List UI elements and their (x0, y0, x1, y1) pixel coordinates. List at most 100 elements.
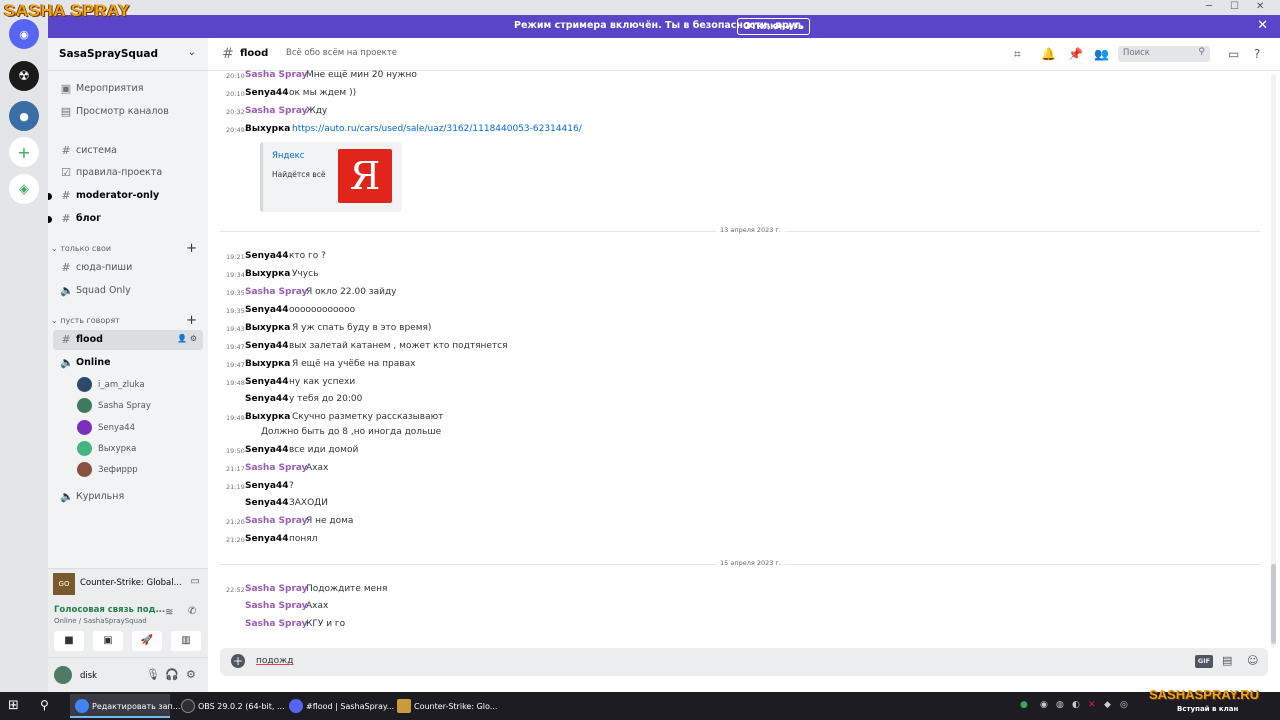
message-author[interactable]: Senya44 (245, 377, 288, 387)
message-author[interactable]: Выхурка (245, 412, 290, 422)
create-channel-icon[interactable]: + (186, 313, 197, 328)
camera-button[interactable]: ■ (54, 631, 84, 651)
message-author[interactable]: Выхурка (245, 359, 290, 369)
taskbar-item-chrome[interactable]: Редактировать зап... (70, 694, 180, 718)
members-icon[interactable]: 👥 (1094, 47, 1109, 61)
tray-app-icon[interactable]: ◉ (1040, 700, 1048, 710)
server-icon-sashaspray[interactable]: ● (9, 101, 39, 131)
emoji-icon[interactable]: ☺ (1247, 654, 1258, 667)
channel-sistema[interactable]: # система (53, 141, 203, 161)
message-author[interactable]: Sasha Spray (245, 287, 308, 297)
noise-suppression-icon[interactable]: ≋ (165, 607, 173, 618)
message-author[interactable]: Sasha Spray (245, 619, 308, 629)
message-author[interactable]: Senya44 (245, 534, 288, 544)
tray-app-icon[interactable]: ◍ (1056, 700, 1064, 710)
message-author[interactable]: Sasha Spray (245, 601, 308, 611)
message-author[interactable]: Выхурка (245, 269, 290, 279)
activity-button[interactable]: 🚀 (132, 631, 162, 651)
channel-blog[interactable]: # блог (48, 209, 203, 229)
voice-user-name: Выхурка (98, 444, 137, 454)
voice-channel-online[interactable]: 🔈 Online (53, 353, 203, 373)
tray-app-icon[interactable]: ◆ (1104, 700, 1111, 710)
sidebar-item-browse-channels[interactable]: ▤ Просмотр каналов (53, 102, 203, 122)
inbox-icon[interactable]: ▭ (1228, 47, 1239, 61)
gif-button[interactable]: GIF (1195, 655, 1213, 668)
server-icon-radiation[interactable]: ☢ (9, 61, 39, 91)
message-author[interactable]: Senya44 (245, 305, 288, 315)
explore-servers-icon[interactable]: ◈ (9, 174, 39, 204)
disconnect-icon[interactable]: ✆ (188, 606, 196, 617)
add-server-icon[interactable]: + (9, 137, 39, 167)
message-author[interactable]: Senya44 (245, 394, 288, 404)
app-window: ─ ☐ ✕ SASHA SPRAY Режим стримера включён… (0, 0, 1280, 720)
discord-home-icon[interactable]: ◉ (9, 19, 39, 49)
sidebar-item-events[interactable]: ▣ Мероприятия (53, 79, 203, 99)
taskbar-item-csgo[interactable]: Counter-Strike: Glo... (392, 694, 497, 718)
minimize-button[interactable]: ─ (1206, 1, 1212, 12)
tray-app-icon[interactable]: ◎ (1120, 700, 1128, 710)
microphone-icon[interactable]: 🎙 (146, 668, 160, 681)
tray-app-icon[interactable]: ✕ (1088, 700, 1096, 710)
message-author[interactable]: Sasha Spray (245, 516, 308, 526)
message-text: все иди домой (289, 445, 359, 455)
maximize-button[interactable]: ☐ (1230, 1, 1239, 12)
gear-icon[interactable]: ⚙ (186, 668, 196, 681)
category-tolko-svoi[interactable]: ⌄ только свои + (51, 241, 201, 256)
soundboard-button[interactable]: ▥ (171, 631, 201, 651)
voice-channel-kurilnya[interactable]: 🔈 Курильня (53, 487, 203, 507)
headphones-icon[interactable]: 🎧 (165, 668, 179, 681)
channel-rules[interactable]: ☑ правила-проекта (53, 163, 203, 183)
server-header[interactable]: SasaSpraySquad ⌄ (48, 38, 208, 71)
tray-status-icon[interactable]: ● (1020, 700, 1028, 710)
channel-settings-icons[interactable]: 👤 ⚙ (177, 334, 197, 343)
yandex-logo[interactable]: Я (338, 149, 392, 203)
embed-title[interactable]: Яндекс (272, 151, 304, 161)
tray-app-icon[interactable]: ◐ (1072, 700, 1080, 710)
avatar[interactable] (54, 666, 72, 684)
channel-squad-only[interactable]: 🔈 Squad Only (53, 281, 203, 301)
message-author[interactable]: Senya44 (245, 498, 288, 508)
taskbar-item-discord[interactable]: #flood | SashaSpray... (284, 694, 394, 718)
message-author[interactable]: Выхурка (245, 323, 290, 333)
message-input[interactable]: подожд (256, 656, 293, 666)
message-author[interactable]: Senya44 (245, 251, 288, 261)
message-author[interactable]: Sasha Spray (245, 70, 308, 80)
channel-topic[interactable]: Всё обо всём на проекте (286, 48, 397, 58)
share-screen-button[interactable]: ▣ (93, 631, 123, 651)
message-author[interactable]: Senya44 (245, 341, 288, 351)
scrollbar-thumb[interactable] (1271, 564, 1276, 644)
attach-plus-icon[interactable]: + (231, 654, 245, 668)
chat-scrollbar[interactable] (1271, 74, 1276, 648)
voice-status[interactable]: Голосовая связь под... (54, 605, 165, 615)
help-icon[interactable]: ? (1254, 47, 1260, 61)
screen-share-icon[interactable]: ▭ (191, 576, 200, 587)
message-author[interactable]: Sasha Spray (245, 584, 308, 594)
message-author[interactable]: Sasha Spray (245, 463, 308, 473)
channel-moderator-only[interactable]: # moderator-only (48, 186, 203, 206)
disable-streamer-mode-button[interactable]: Отключить (737, 18, 810, 35)
pin-icon[interactable]: 📌 (1068, 47, 1083, 61)
message-link[interactable]: https://auto.ru/cars/used/sale/uaz/3162/… (292, 124, 582, 134)
search-input[interactable]: Поиск ⚲ (1118, 46, 1210, 62)
threads-icon[interactable]: ⌗ (1014, 47, 1021, 62)
message-composer[interactable]: + подожд GIF ▤ ☺ (220, 648, 1268, 676)
message-author[interactable]: Senya44 (245, 445, 288, 455)
windows-start-icon[interactable]: ⊞ (8, 698, 19, 713)
chat-message: 21:19 Senya44? (208, 480, 1248, 496)
search-icon[interactable]: ⚲ (40, 698, 49, 712)
message-author[interactable]: Выхурка (245, 124, 290, 134)
bell-icon[interactable]: 🔔 (1041, 47, 1056, 61)
close-window-button[interactable]: ✕ (1256, 1, 1264, 12)
channel-syuda-pishi[interactable]: # сюда-пиши (53, 258, 203, 278)
message-author[interactable]: Senya44 (245, 88, 288, 98)
sticker-icon[interactable]: ▤ (1222, 654, 1232, 667)
taskbar-item-obs[interactable]: OBS 29.0.2 (64-bit, ... (176, 694, 285, 718)
channel-flood[interactable]: # flood 👤 ⚙ (53, 330, 203, 350)
create-channel-icon[interactable]: + (186, 241, 197, 256)
chat-message: 19:34 Выхурка Учусь (208, 268, 1248, 284)
close-banner-icon[interactable]: ✕ (1257, 18, 1268, 33)
message-author[interactable]: Senya44 (245, 481, 288, 491)
message-text: Я не дома (306, 516, 354, 526)
message-author[interactable]: Sasha Spray (245, 106, 308, 116)
category-pust-govoryat[interactable]: ⌄ пусть говорят + (51, 313, 201, 328)
